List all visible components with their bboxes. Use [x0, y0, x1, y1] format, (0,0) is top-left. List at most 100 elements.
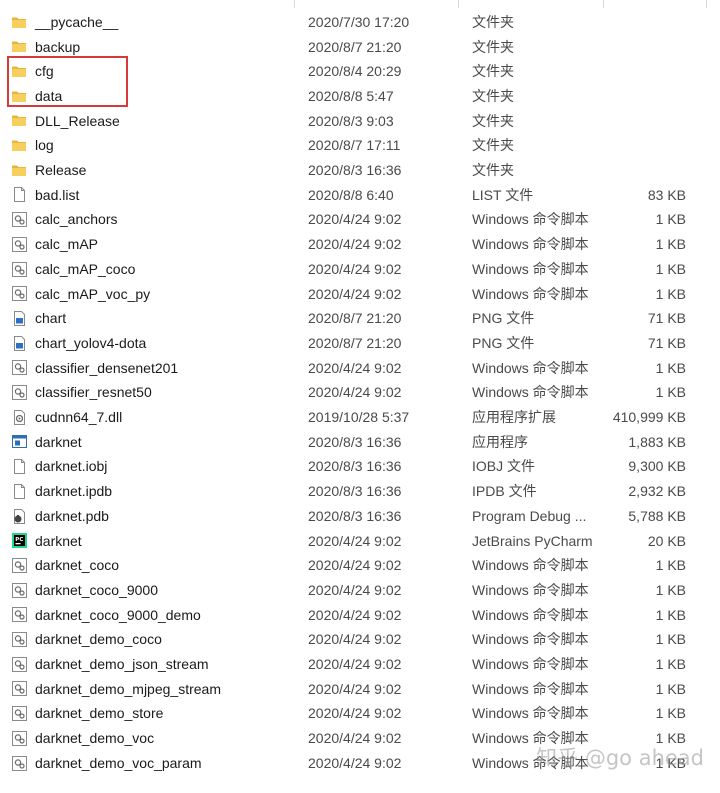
- file-date-modified: 2020/8/7 21:20: [308, 310, 402, 327]
- file-row[interactable]: calc_anchors 2020/4/24 9:02 Windows 命令脚本 1 …: [0, 207, 720, 232]
- file-row-partial[interactable]: [0, 781, 720, 793]
- file-name: calc_mAP: [35, 236, 99, 253]
- folder-icon: [11, 137, 28, 154]
- folder-icon: [11, 38, 28, 55]
- script-icon: [11, 755, 28, 772]
- file-type: Program Debug ...: [472, 507, 587, 524]
- file-type: Windows 命令脚本: [472, 236, 589, 253]
- file-row[interactable]: darknet_demo_json_stream 2020/4/24 9:02 Wi…: [0, 652, 720, 677]
- file-size: 1 KB: [655, 557, 686, 574]
- file-date-modified: 2020/8/3 16:36: [308, 507, 402, 524]
- file-date-modified: 2020/4/24 9:02: [308, 211, 402, 228]
- file-name: darknet_coco: [35, 557, 120, 574]
- file-row[interactable]: darknet_coco_9000_demo 2020/4/24 9:02 Wind…: [0, 602, 720, 627]
- script-icon: [11, 582, 28, 599]
- file-name: darknet_demo_voc_param: [35, 754, 202, 771]
- file-type: 应用程序: [472, 433, 528, 450]
- file-size: 1 KB: [655, 680, 686, 697]
- file-date-modified: 2020/7/30 17:20: [308, 13, 410, 30]
- file-row[interactable]: darknet_demo_store 2020/4/24 9:02 Windows …: [0, 701, 720, 726]
- file-row[interactable]: darknet_coco 2020/4/24 9:02 Windows 命令脚本 1 …: [0, 553, 720, 578]
- file-size: 1 KB: [655, 211, 686, 228]
- file-icon: [11, 458, 28, 475]
- script-icon: [11, 631, 28, 648]
- column-separator[interactable]: [458, 0, 459, 8]
- file-type: Windows 命令脚本: [472, 384, 589, 401]
- file-size: 1 KB: [655, 236, 686, 253]
- file-name: calc_mAP_voc_py: [35, 285, 151, 302]
- file-size: 1 KB: [655, 581, 686, 598]
- file-row[interactable]: chart_yolov4-dota 2020/8/7 21:20 PNG 文件 71 …: [0, 331, 720, 356]
- file-row[interactable]: calc_mAP 2020/4/24 9:02 Windows 命令脚本 1 KB: [0, 232, 720, 257]
- folder-row[interactable]: Release 2020/8/3 16:36 文件夹: [0, 158, 720, 183]
- file-date-modified: 2020/4/24 9:02: [308, 359, 402, 376]
- file-name: darknet: [35, 532, 82, 549]
- file-name: __pycache__: [35, 13, 119, 30]
- folder-icon: [11, 112, 28, 129]
- file-date-modified: 2020/8/8 6:40: [308, 186, 394, 203]
- file-name: darknet.pdb: [35, 507, 109, 524]
- file-size: 1 KB: [655, 285, 686, 302]
- file-type: PNG 文件: [472, 334, 535, 351]
- file-row[interactable]: classifier_resnet50 2020/4/24 9:02 Windows…: [0, 380, 720, 405]
- file-date-modified: 2020/8/8 5:47: [308, 87, 394, 104]
- svg-text:PC: PC: [15, 537, 23, 543]
- file-type: Windows 命令脚本: [472, 285, 589, 302]
- file-row[interactable]: PC darknet 2020/4/24 9:02 JetBrains PyCharm…: [0, 528, 720, 553]
- file-name: backup: [35, 38, 81, 55]
- file-row[interactable]: darknet_demo_mjpeg_stream 2020/4/24 9:02 W…: [0, 676, 720, 701]
- file-icon: [11, 186, 28, 203]
- file-row[interactable]: chart 2020/8/7 21:20 PNG 文件 71 KB: [0, 306, 720, 331]
- folder-icon: [11, 14, 28, 31]
- file-row[interactable]: darknet.ipdb 2020/8/3 16:36 IPDB 文件 2,932 K…: [0, 479, 720, 504]
- script-icon: [11, 236, 28, 253]
- column-separator[interactable]: [706, 0, 707, 8]
- column-separator[interactable]: [294, 0, 295, 8]
- file-name: darknet.ipdb: [35, 483, 113, 500]
- file-type: PNG 文件: [472, 310, 535, 327]
- file-row[interactable]: calc_mAP_coco 2020/4/24 9:02 Windows 命令脚本 1…: [0, 257, 720, 282]
- folder-row[interactable]: log 2020/8/7 17:11 文件夹: [0, 133, 720, 158]
- file-date-modified: 2020/4/24 9:02: [308, 754, 402, 771]
- file-type: 文件夹: [472, 63, 514, 80]
- watermark: 知乎 @go ahead: [536, 746, 704, 770]
- pdb-icon: [11, 508, 28, 525]
- file-row[interactable]: classifier_densenet201 2020/4/24 9:02 Wind…: [0, 355, 720, 380]
- file-row[interactable]: cudnn64_7.dll 2019/10/28 5:37 应用程序扩展 410,99…: [0, 405, 720, 430]
- file-row[interactable]: darknet_demo_coco 2020/4/24 9:02 Windows 命…: [0, 627, 720, 652]
- file-date-modified: 2020/4/24 9:02: [308, 260, 402, 277]
- file-row[interactable]: darknet 2020/8/3 16:36 应用程序 1,883 KB: [0, 429, 720, 454]
- file-size: 1 KB: [655, 359, 686, 376]
- file-name: darknet_demo_voc: [35, 730, 155, 747]
- file-row[interactable]: darknet_coco_9000 2020/4/24 9:02 Windows 命…: [0, 578, 720, 603]
- file-type: Windows 命令脚本: [472, 606, 589, 623]
- file-size: 1 KB: [655, 384, 686, 401]
- file-date-modified: 2020/8/7 21:20: [308, 334, 402, 351]
- file-row[interactable]: darknet.iobj 2020/8/3 16:36 IOBJ 文件 9,300 K…: [0, 454, 720, 479]
- file-date-modified: 2020/8/3 16:36: [308, 433, 402, 450]
- folder-icon: [11, 162, 28, 179]
- file-date-modified: 2020/8/3 9:03: [308, 112, 394, 129]
- script-icon: [11, 261, 28, 278]
- file-size: 20 KB: [647, 532, 686, 549]
- file-type: 文件夹: [472, 13, 514, 30]
- pycharm-icon: PC: [11, 532, 28, 549]
- folder-row[interactable]: __pycache__ 2020/7/30 17:20 文件夹: [0, 10, 720, 35]
- file-date-modified: 2020/8/3 16:36: [308, 458, 402, 475]
- column-separator[interactable]: [603, 0, 604, 8]
- file-type: LIST 文件: [472, 186, 534, 203]
- file-date-modified: 2020/4/24 9:02: [308, 606, 402, 623]
- file-size: 9,300 KB: [628, 458, 686, 475]
- script-icon: [11, 557, 28, 574]
- file-size: 2,932 KB: [628, 483, 686, 500]
- file-row[interactable]: bad.list 2020/8/8 6:40 LIST 文件 83 KB: [0, 182, 720, 207]
- file-name: classifier_resnet50: [35, 384, 152, 401]
- dll-icon: [11, 409, 28, 426]
- folder-row[interactable]: DLL_Release 2020/8/3 9:03 文件夹: [0, 108, 720, 133]
- file-row[interactable]: calc_mAP_voc_py 2020/4/24 9:02 Windows 命令脚…: [0, 281, 720, 306]
- file-name: cudnn64_7.dll: [35, 409, 123, 426]
- file-row[interactable]: darknet.pdb 2020/8/3 16:36 Program Debug .…: [0, 504, 720, 529]
- file-date-modified: 2020/4/24 9:02: [308, 285, 402, 302]
- file-size: 1,883 KB: [628, 433, 686, 450]
- script-icon: [11, 656, 28, 673]
